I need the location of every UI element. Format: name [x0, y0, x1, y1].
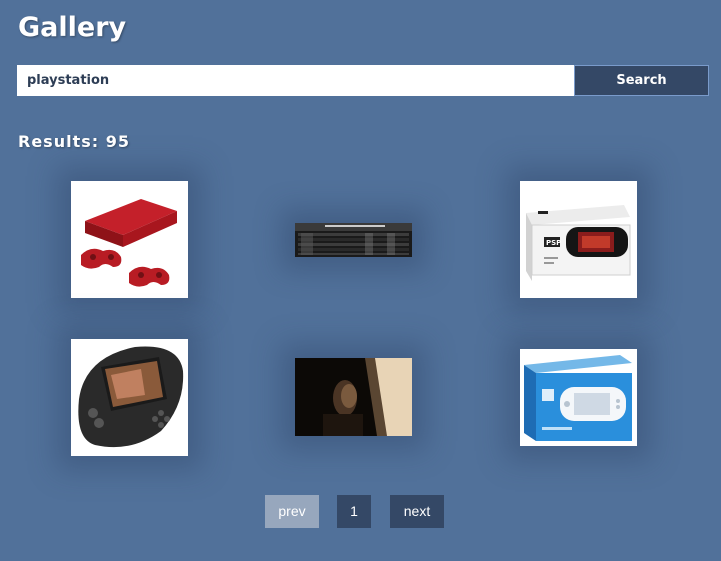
search-input[interactable] — [17, 65, 574, 96]
psp-box-icon: PSP — [520, 181, 637, 298]
search-bar: Search — [17, 65, 709, 96]
search-button[interactable]: Search — [574, 65, 709, 96]
scoreboard-screenshot-icon — [295, 223, 412, 257]
gallery-item-scoreboard[interactable] — [295, 223, 412, 257]
gallery-item-psp-white-box[interactable] — [520, 349, 637, 446]
next-page-button[interactable]: next — [390, 495, 444, 528]
page-title: Gallery — [18, 12, 127, 43]
page-1-button[interactable]: 1 — [337, 495, 371, 528]
results-count: Results: 95 — [18, 132, 130, 151]
gallery-item-psp-box[interactable]: PSP — [520, 181, 637, 298]
gallery-item-movie-still[interactable] — [295, 358, 412, 436]
white-psp-box-icon — [520, 349, 637, 446]
prev-page-button[interactable]: prev — [265, 495, 319, 528]
red-ps3-console-icon — [71, 181, 188, 298]
movie-still-icon — [295, 358, 412, 436]
svg-text:PSP: PSP — [546, 239, 561, 247]
black-psp-icon — [71, 339, 188, 456]
gallery-item-psp-black[interactable] — [71, 339, 188, 456]
gallery-item-ps3-red[interactable] — [71, 181, 188, 298]
